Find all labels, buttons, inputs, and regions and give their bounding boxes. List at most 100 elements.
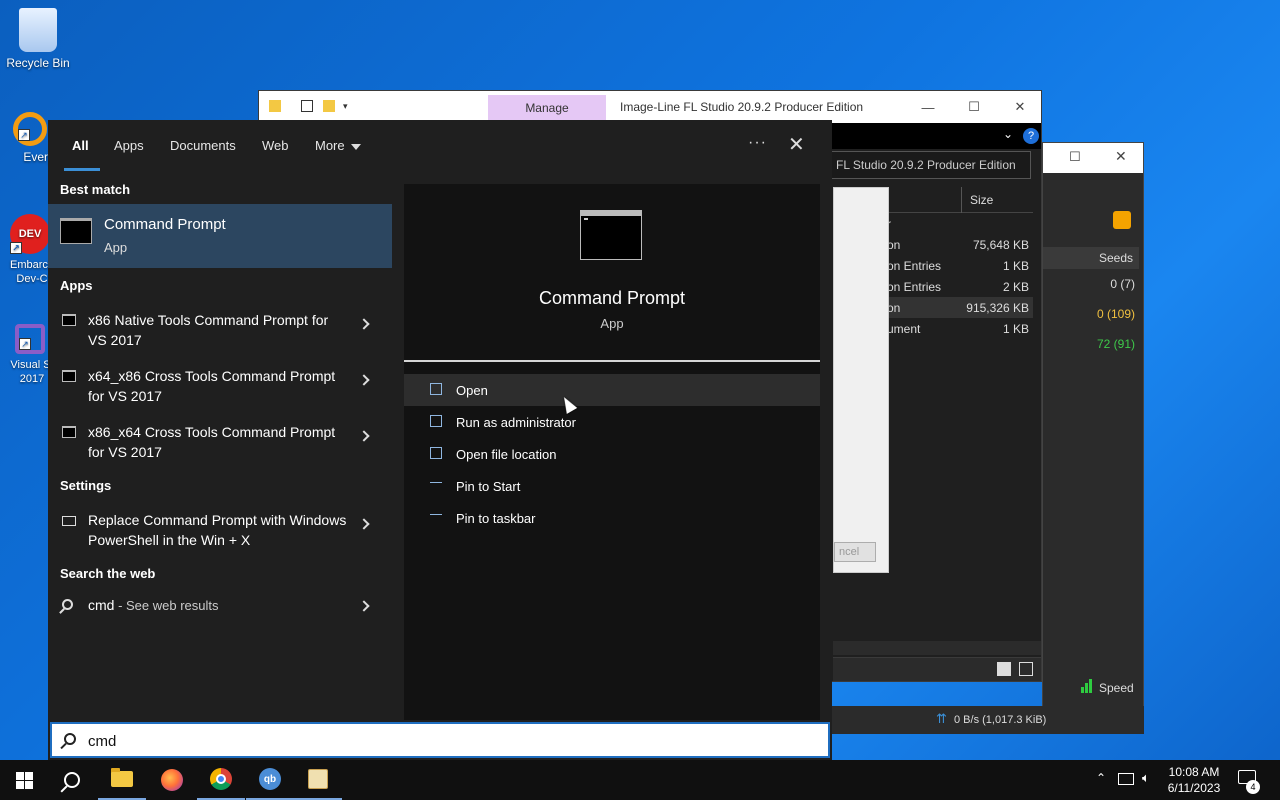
clock[interactable]: 10:08 AM 6/11/2023 [1162, 764, 1226, 796]
file-size: 75,648 KB [972, 238, 1029, 252]
large-icons-view-icon[interactable] [1019, 662, 1033, 676]
action-label: Open [456, 383, 488, 398]
network-icon[interactable] [1118, 773, 1134, 785]
close-button[interactable]: ✕ [1115, 148, 1127, 165]
volume-muted-icon[interactable]: 🔈︎ [1142, 770, 1150, 786]
web-search-result[interactable]: cmd - See web results [48, 596, 392, 626]
tab-web[interactable]: Web [262, 138, 289, 153]
chevron-right-icon[interactable] [358, 374, 370, 386]
detail-divider [404, 360, 820, 362]
dropdown-icon[interactable]: ▾ [343, 101, 348, 112]
firefox-icon [161, 769, 183, 791]
app-result[interactable]: x86_x64 Cross Tools Command Prompt for V… [48, 422, 392, 474]
tab-more-label: More [315, 138, 345, 153]
windows-logo-icon [15, 771, 33, 789]
chevron-right-icon[interactable] [358, 318, 370, 330]
chevron-up-icon[interactable]: ⌃ [1096, 771, 1106, 785]
action-pin-to-taskbar[interactable]: Pin to taskbar [404, 502, 820, 534]
taskbar-fl-studio[interactable] [294, 760, 342, 800]
app-result[interactable]: x86 Native Tools Command Prompt for VS 2… [48, 310, 392, 362]
pin-icon [430, 482, 442, 490]
close-button[interactable]: ✕ [788, 132, 805, 157]
devcpp-icon: DEV ↗ [10, 214, 50, 254]
speed-tab[interactable]: Speed [1099, 681, 1134, 695]
results-list: Best match Command Prompt App Apps x86 N… [48, 172, 392, 720]
new-folder-icon[interactable] [323, 100, 335, 112]
best-match-subtitle: App [104, 240, 128, 255]
tab-all[interactable]: All [72, 138, 89, 153]
qbt-titlebar[interactable]: ☐ ✕ [1043, 143, 1143, 173]
more-options-button[interactable]: ··· [748, 134, 767, 152]
clock-time: 10:08 AM [1168, 765, 1220, 779]
dialog-fragment: ncel [833, 187, 889, 573]
tab-documents[interactable]: Documents [170, 138, 236, 153]
upload-speed-icon: ⇈ [936, 711, 947, 726]
explorer-statusbar [833, 657, 1041, 681]
maximize-button[interactable]: ☐ [951, 95, 997, 119]
cancel-button[interactable]: ncel [834, 542, 876, 562]
properties-icon[interactable] [301, 100, 313, 112]
explorer-titlebar[interactable]: ▾ Manage Image-Line FL Studio 20.9.2 Pro… [259, 91, 1041, 123]
file-name: ument [887, 322, 921, 336]
minimize-button[interactable]: — [905, 95, 951, 119]
app-result[interactable]: x64_x86 Cross Tools Command Prompt for V… [48, 366, 392, 418]
maximize-button[interactable]: ☐ [1069, 149, 1081, 165]
settings-result[interactable]: Replace Command Prompt with Windows Powe… [48, 510, 392, 562]
action-open[interactable]: Open [404, 374, 820, 406]
keyboard-icon [62, 516, 76, 526]
manage-tab[interactable]: Manage [488, 95, 606, 121]
file-size: 915,326 KB [966, 301, 1029, 315]
qbittorrent-window[interactable]: ☐ ✕ Seeds 0 (7) 0 (109) 72 (91) Speed [1042, 142, 1144, 734]
taskbar-qbittorrent[interactable]: qb [246, 760, 294, 800]
file-name: on Entries [887, 259, 942, 273]
file-name: on Entries [887, 280, 942, 294]
chevron-right-icon[interactable] [358, 518, 370, 530]
qbt-statusbar: ⇈ 0 B/s (1,017.3 KiB) [832, 706, 1144, 734]
tab-more[interactable]: More [315, 138, 361, 153]
apps-header: Apps [60, 278, 93, 293]
active-tab-indicator [64, 168, 100, 171]
explorer-title: Image-Line FL Studio 20.9.2 Producer Edi… [620, 100, 864, 114]
file-icon [430, 447, 442, 459]
taskbar-chrome[interactable] [197, 760, 245, 800]
open-icon [430, 383, 442, 395]
settings-header: Settings [60, 478, 112, 493]
folder-icon [111, 768, 133, 787]
search-input[interactable] [88, 729, 788, 753]
command-prompt-icon [62, 314, 76, 326]
search-box[interactable] [50, 722, 830, 758]
action-label: Pin to taskbar [456, 511, 536, 526]
best-match-item[interactable]: Command Prompt App [48, 204, 392, 268]
clock-date: 6/11/2023 [1167, 781, 1221, 795]
chevron-right-icon[interactable] [358, 600, 370, 612]
details-view-icon[interactable] [997, 662, 1011, 676]
taskbar-file-explorer[interactable] [98, 760, 146, 800]
best-match-header: Best match [60, 182, 131, 197]
chevron-down-icon[interactable]: ⌄ [1003, 127, 1013, 141]
notification-count: 4 [1246, 780, 1260, 794]
close-button[interactable]: ✕ [997, 95, 1043, 119]
search-icon [64, 772, 80, 788]
action-open-file-location[interactable]: Open file location [404, 438, 820, 470]
start-button[interactable] [0, 760, 48, 800]
visual-studio-icon: ↗ [15, 324, 45, 354]
seeds-column-header[interactable]: Seeds [1043, 247, 1139, 269]
chevron-right-icon[interactable] [358, 430, 370, 442]
taskbar-firefox[interactable] [148, 760, 196, 800]
search-web-header: Search the web [60, 566, 156, 581]
action-pin-to-start[interactable]: Pin to Start [404, 470, 820, 502]
lock-icon[interactable] [1113, 211, 1131, 229]
desktop-icon-recycle-bin[interactable]: Recycle Bin [0, 8, 76, 70]
result-detail-pane: Command Prompt App Open Run as administr… [404, 184, 820, 720]
shortcut-arrow-icon: ↗ [10, 242, 22, 254]
horizontal-scrollbar[interactable] [833, 641, 1041, 655]
taskbar-search-button[interactable] [48, 760, 96, 800]
tab-apps[interactable]: Apps [114, 138, 144, 153]
action-run-as-admin[interactable]: Run as administrator [404, 406, 820, 438]
help-icon[interactable]: ? [1023, 128, 1039, 144]
shortcut-arrow-icon: ↗ [18, 129, 30, 141]
address-bar[interactable]: FL Studio 20.9.2 Producer Edition [831, 151, 1031, 179]
file-size: 1 KB [1002, 259, 1029, 273]
size-column-header[interactable]: Size [961, 187, 993, 213]
shortcut-arrow-icon: ↗ [19, 338, 31, 350]
